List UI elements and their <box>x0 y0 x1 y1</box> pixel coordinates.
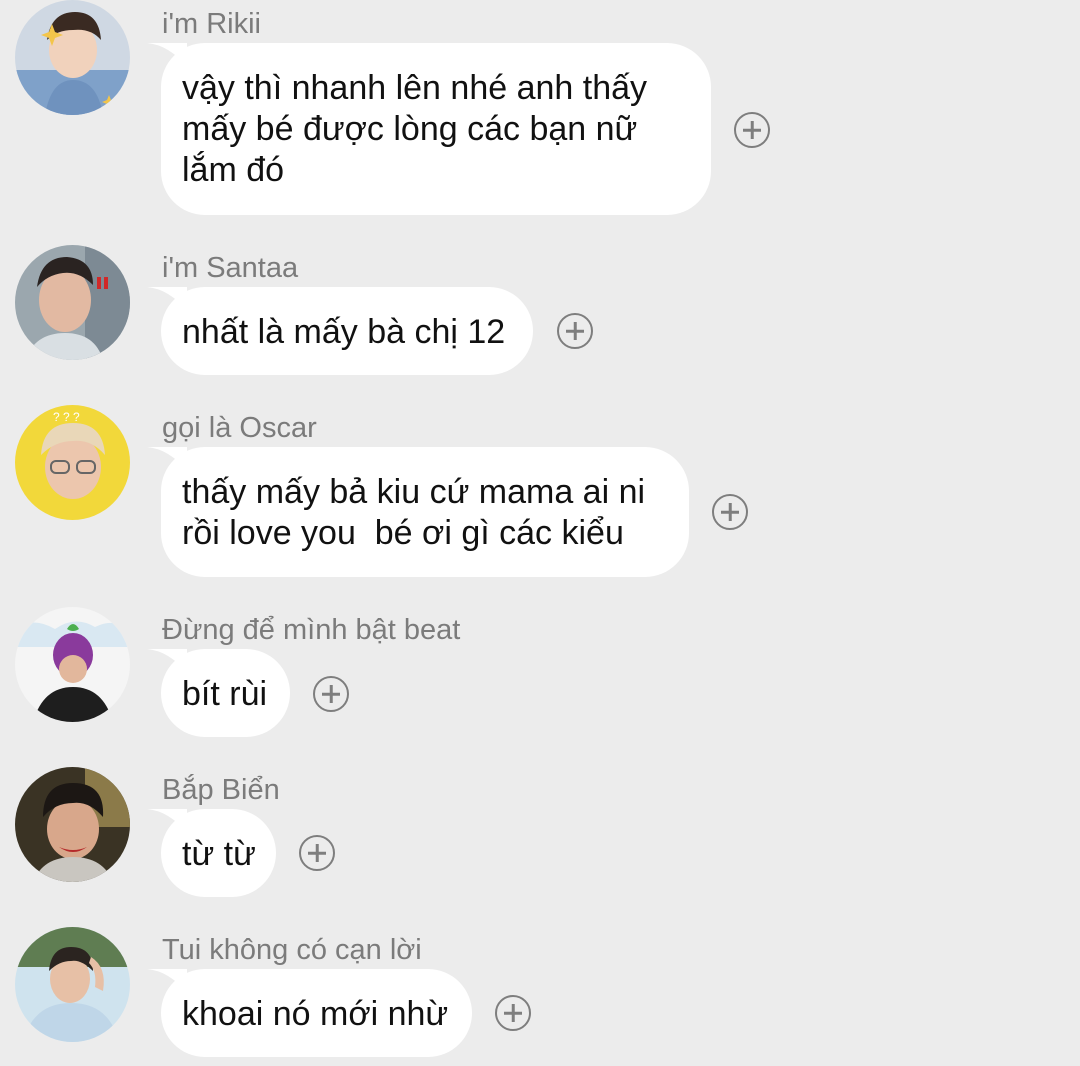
message-bubble[interactable]: khoai nó mới nhừ <box>147 969 472 1057</box>
message-bubble[interactable]: từ từ <box>147 809 276 897</box>
sender-name: Đừng để mình bật beat <box>162 614 461 646</box>
message-bubble[interactable]: nhất là mấy bà chị 12 <box>147 287 533 375</box>
avatar[interactable] <box>15 767 130 882</box>
add-reaction-icon[interactable] <box>495 995 531 1031</box>
message-text-line: vậy thì nhanh lên nhé anh thấy <box>182 69 648 107</box>
add-reaction-icon[interactable] <box>557 313 593 349</box>
avatar[interactable] <box>15 0 130 115</box>
avatar[interactable] <box>15 607 130 722</box>
message-text-line: mấy bé được lòng các bạn nữ <box>182 110 638 148</box>
add-reaction-icon[interactable] <box>712 494 748 530</box>
sender-name: Tui không có cạn lời <box>162 934 422 966</box>
avatar[interactable]: ? ? ? <box>15 405 130 520</box>
message-bubble[interactable]: thấy mấy bả kiu cứ mama ai ni rồi love y… <box>147 447 689 577</box>
add-reaction-icon[interactable] <box>299 835 335 871</box>
sender-name: i'm Santaa <box>162 252 299 284</box>
sender-name: gọi là Oscar <box>162 412 317 444</box>
message-text-line: lắm đó <box>182 151 285 189</box>
message-bubble[interactable]: bít rùi <box>147 649 290 737</box>
message-text-line: nhất là mấy bà chị 12 <box>182 313 506 351</box>
message-text-line: rồi love you bé ơi gì các kiểu <box>182 514 624 552</box>
add-reaction-icon[interactable] <box>734 112 770 148</box>
chat-thread: i'm Rikii vậy thì nhanh lên nhé anh thấy… <box>0 0 1080 1066</box>
message-bubble[interactable]: vậy thì nhanh lên nhé anh thấy mấy bé đư… <box>147 43 711 215</box>
message-text-line: thấy mấy bả kiu cứ mama ai ni <box>182 473 646 511</box>
message-text-line: khoai nó mới nhừ <box>182 995 449 1033</box>
avatar[interactable] <box>15 927 130 1042</box>
add-reaction-icon[interactable] <box>313 676 349 712</box>
sender-name: Bắp Biển <box>162 774 280 806</box>
message-text-line: từ từ <box>182 835 256 873</box>
avatar[interactable] <box>15 245 130 360</box>
svg-text:? ? ?: ? ? ? <box>53 410 80 424</box>
message-text-line: bít rùi <box>182 675 268 713</box>
sender-name: i'm Rikii <box>162 8 261 40</box>
